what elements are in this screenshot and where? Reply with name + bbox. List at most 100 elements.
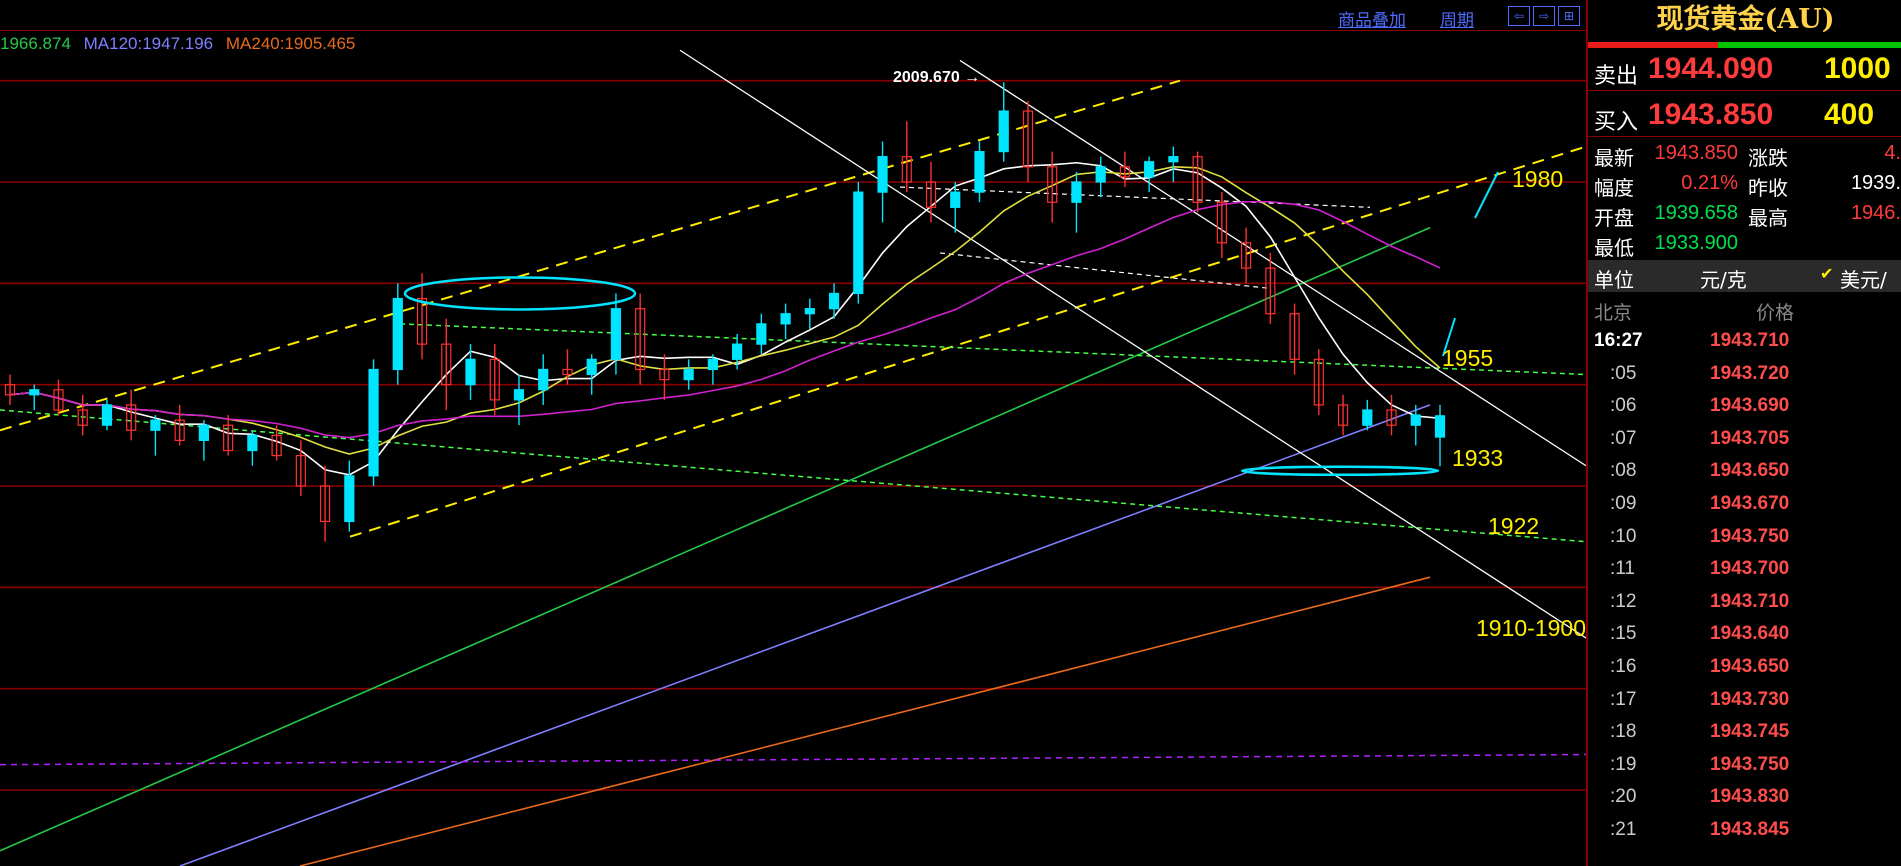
sell-quote-row[interactable]: 卖出 1944.090 1000 (1588, 50, 1901, 91)
level-label: 1922 (1488, 513, 1539, 539)
tick-row: :05 1943.720 (1588, 359, 1901, 391)
tick-row: :21 1943.845 (1588, 815, 1901, 847)
price-chart[interactable]: 2009.670 → 1980 1955 1933 1922 1910-1900 (0, 0, 1586, 866)
tick-price: 1943.700 (1710, 558, 1790, 580)
tick-time: :05 (1610, 362, 1637, 384)
tick-row: :06 1943.690 (1588, 391, 1901, 423)
candle-body (756, 323, 767, 345)
scroll-right-button[interactable]: ⇨ (1533, 6, 1555, 26)
tick-price: 1943.730 (1710, 688, 1790, 710)
level-label: 1933 (1452, 445, 1503, 471)
level-label: 1980 (1512, 166, 1563, 192)
ticks-price-header: 价格 (1756, 303, 1795, 324)
tick-price: 1943.710 (1710, 330, 1790, 351)
stat-value: 1933.900 (1654, 232, 1738, 254)
stat-value: 1943.850 (1654, 142, 1738, 164)
unit-value[interactable]: 元/克 (1700, 264, 1747, 293)
currency-check-icon[interactable]: ✔ (1820, 264, 1833, 283)
level-label: 1955 (1442, 345, 1493, 371)
tick-time: :07 (1610, 427, 1637, 449)
stat-label: 幅度 (1594, 176, 1634, 200)
level-label: 1910-1900 (1476, 615, 1586, 641)
tick-time: :21 (1610, 819, 1637, 840)
candle-body (29, 389, 40, 396)
ticks-city-header: 北京 (1594, 303, 1633, 324)
tick-row: :15 1943.640 (1588, 619, 1901, 651)
unit-label: 单位 (1594, 268, 1634, 292)
horizontal-dash-line (0, 753, 1586, 766)
ticks-header: 北京 价格 (1588, 294, 1901, 326)
tick-row: :19 1943.750 (1588, 750, 1901, 782)
candle-body (804, 308, 815, 315)
trend-dash-top (899, 186, 1371, 208)
candle-body (513, 389, 525, 401)
ma10-line (9, 165, 1441, 455)
candle-body (877, 156, 888, 193)
stat-value: 1946. (1850, 202, 1901, 224)
candle-body (465, 358, 476, 386)
candle-body (1144, 161, 1155, 178)
ma60-value: 1966.874 (0, 34, 71, 53)
layout-grid-button[interactable]: ⊞ (1558, 6, 1580, 26)
chart-toolbar: 商品叠加 周期 ⇦ ⇨ ⊞ (0, 0, 1586, 31)
title-bar-red (1588, 42, 1718, 48)
candle-body (586, 358, 597, 376)
ma20-line (9, 200, 1441, 439)
ma120-line (179, 404, 1431, 866)
tick-price: 1943.720 (1710, 362, 1790, 384)
peak-label: 2009.670 → (893, 69, 980, 86)
currency-label[interactable]: 美元/ (1840, 264, 1887, 293)
candle-body (610, 308, 622, 360)
unit-row: 单位 元/克 ✔ 美元/ (1588, 260, 1901, 292)
tick-time: :08 (1610, 460, 1637, 482)
tick-time: :09 (1610, 493, 1637, 514)
tick-row: :10 1943.750 (1588, 522, 1901, 554)
tick-row: :12 1943.710 (1588, 587, 1901, 619)
tick-time: :18 (1610, 721, 1637, 743)
tick-time: :19 (1610, 753, 1637, 775)
tick-row: :07 1943.705 (1588, 424, 1901, 456)
candle-body (707, 358, 718, 371)
ma120-value: MA120:1947.196 (83, 34, 214, 53)
stat-label: 最新 (1594, 146, 1634, 170)
stat-value: 1939.658 (1654, 202, 1738, 224)
support-ellipse (1240, 465, 1440, 477)
overlay-commodity-link[interactable]: 商品叠加 (1338, 6, 1406, 31)
buy-quote-row[interactable]: 买入 1943.850 400 (1588, 96, 1901, 137)
quote-panel: 现货黄金(AU) 卖出 1944.090 1000 买入 1943.850 40… (1586, 0, 1901, 866)
tick-row: :11 1943.700 (1588, 554, 1901, 586)
tick-time: :16 (1610, 656, 1637, 677)
tick-price: 1943.650 (1710, 460, 1790, 482)
tick-row: :16 1943.650 (1588, 652, 1901, 684)
candle-body (950, 191, 961, 208)
chart-area[interactable]: 2009.670 → 1980 1955 1933 1922 1910-1900 商品叠加… (0, 0, 1586, 866)
candle-body (392, 297, 403, 371)
candle-body (368, 368, 379, 477)
candle-body (1071, 181, 1082, 203)
resistance-ellipse (403, 276, 637, 311)
instrument-title: 现货黄金(AU) (1656, 4, 1835, 35)
support-dash-lower (399, 323, 1586, 376)
scroll-left-button[interactable]: ⇦ (1508, 6, 1530, 26)
tick-price: 1943.690 (1710, 395, 1790, 417)
candle-body (344, 475, 355, 523)
tick-row: :17 1943.730 (1588, 685, 1901, 717)
tick-time: :17 (1610, 688, 1637, 710)
candle-body (998, 110, 1009, 153)
tick-price: 1943.710 (1710, 590, 1790, 612)
stat-value: 0.21% (1681, 172, 1738, 194)
tick-time: :20 (1610, 786, 1637, 808)
tick-price: 1943.705 (1710, 427, 1790, 449)
period-link[interactable]: 周期 (1440, 6, 1474, 31)
candle-body (1362, 409, 1373, 426)
candle-body (247, 434, 258, 452)
candle-body (853, 191, 864, 295)
buy-volume: 400 (1824, 98, 1875, 131)
candle-body (101, 404, 113, 426)
candle-body (538, 368, 549, 391)
candle-body (732, 343, 743, 360)
tick-price: 1943.830 (1710, 786, 1790, 808)
stat-label: 昨收 (1748, 176, 1788, 200)
tick-price: 1943.750 (1710, 753, 1790, 775)
tick-row: 16:27 1943.710 (1588, 326, 1901, 358)
